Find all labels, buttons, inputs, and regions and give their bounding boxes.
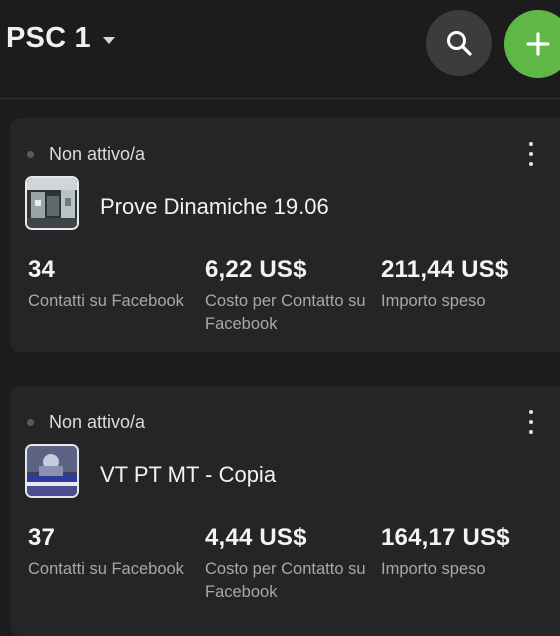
add-button[interactable] — [504, 10, 560, 78]
metric-amount-spent: 211,44 US$ Importo speso — [381, 256, 551, 313]
metric-contacts: 34 Contatti su Facebook — [28, 256, 198, 313]
metric-label: Importo speso — [381, 292, 486, 310]
campaign-thumbnail-image — [27, 178, 77, 228]
campaign-thumbnail[interactable] — [25, 444, 79, 498]
campaign-thumbnail-image — [27, 446, 77, 496]
more-options-button[interactable] — [520, 408, 542, 436]
metric-label: Contatti su Facebook — [28, 292, 184, 310]
top-bar: PSC 1 — [0, 0, 560, 99]
more-dot-icon — [529, 162, 533, 166]
metric-value: 37 — [28, 524, 56, 551]
metric-value: 211,44 US$ — [381, 256, 509, 283]
status-text: Non attivo/a — [49, 412, 146, 432]
status-row: Non attivo/a — [27, 412, 145, 433]
search-icon — [447, 31, 472, 56]
status-dot-icon — [27, 419, 34, 426]
campaign-name[interactable]: Prove Dinamiche 19.06 — [100, 194, 329, 220]
metric-label: Contatti su Facebook — [28, 560, 184, 578]
campaign-thumbnail[interactable] — [25, 176, 79, 230]
metric-label: Costo per Contatto su Facebook — [205, 292, 366, 333]
account-selector[interactable]: PSC 1 — [6, 22, 115, 55]
metric-cost-per-contact: 6,22 US$ Costo per Contatto su Facebook — [205, 256, 375, 336]
metric-label: Importo speso — [381, 560, 486, 578]
campaign-name[interactable]: VT PT MT - Copia — [100, 462, 276, 488]
more-dot-icon — [529, 410, 533, 414]
plus-icon — [526, 32, 550, 56]
campaign-card[interactable]: Non attivo/a Prove Dinamiche 19.06 34 Co… — [10, 118, 560, 352]
account-name: PSC 1 — [6, 22, 91, 54]
metric-value: 164,17 US$ — [381, 524, 510, 551]
metric-label: Costo per Contatto su Facebook — [205, 560, 366, 601]
metric-value: 4,44 US$ — [205, 524, 307, 551]
metric-amount-spent: 164,17 US$ Importo speso — [381, 524, 551, 581]
status-row: Non attivo/a — [27, 144, 145, 165]
metric-value: 34 — [28, 256, 56, 283]
metric-cost-per-contact: 4,44 US$ Costo per Contatto su Facebook — [205, 524, 375, 604]
status-text: Non attivo/a — [49, 144, 146, 164]
metric-contacts: 37 Contatti su Facebook — [28, 524, 198, 581]
more-dot-icon — [529, 142, 533, 146]
more-options-button[interactable] — [520, 140, 542, 168]
more-dot-icon — [529, 420, 533, 424]
more-dot-icon — [529, 430, 533, 434]
campaign-card[interactable]: Non attivo/a VT PT MT - Copia 37 Contatt… — [10, 386, 560, 636]
search-button[interactable] — [426, 10, 492, 76]
more-dot-icon — [529, 152, 533, 156]
status-dot-icon — [27, 151, 34, 158]
caret-down-icon — [102, 37, 115, 44]
metric-value: 6,22 US$ — [205, 256, 307, 283]
